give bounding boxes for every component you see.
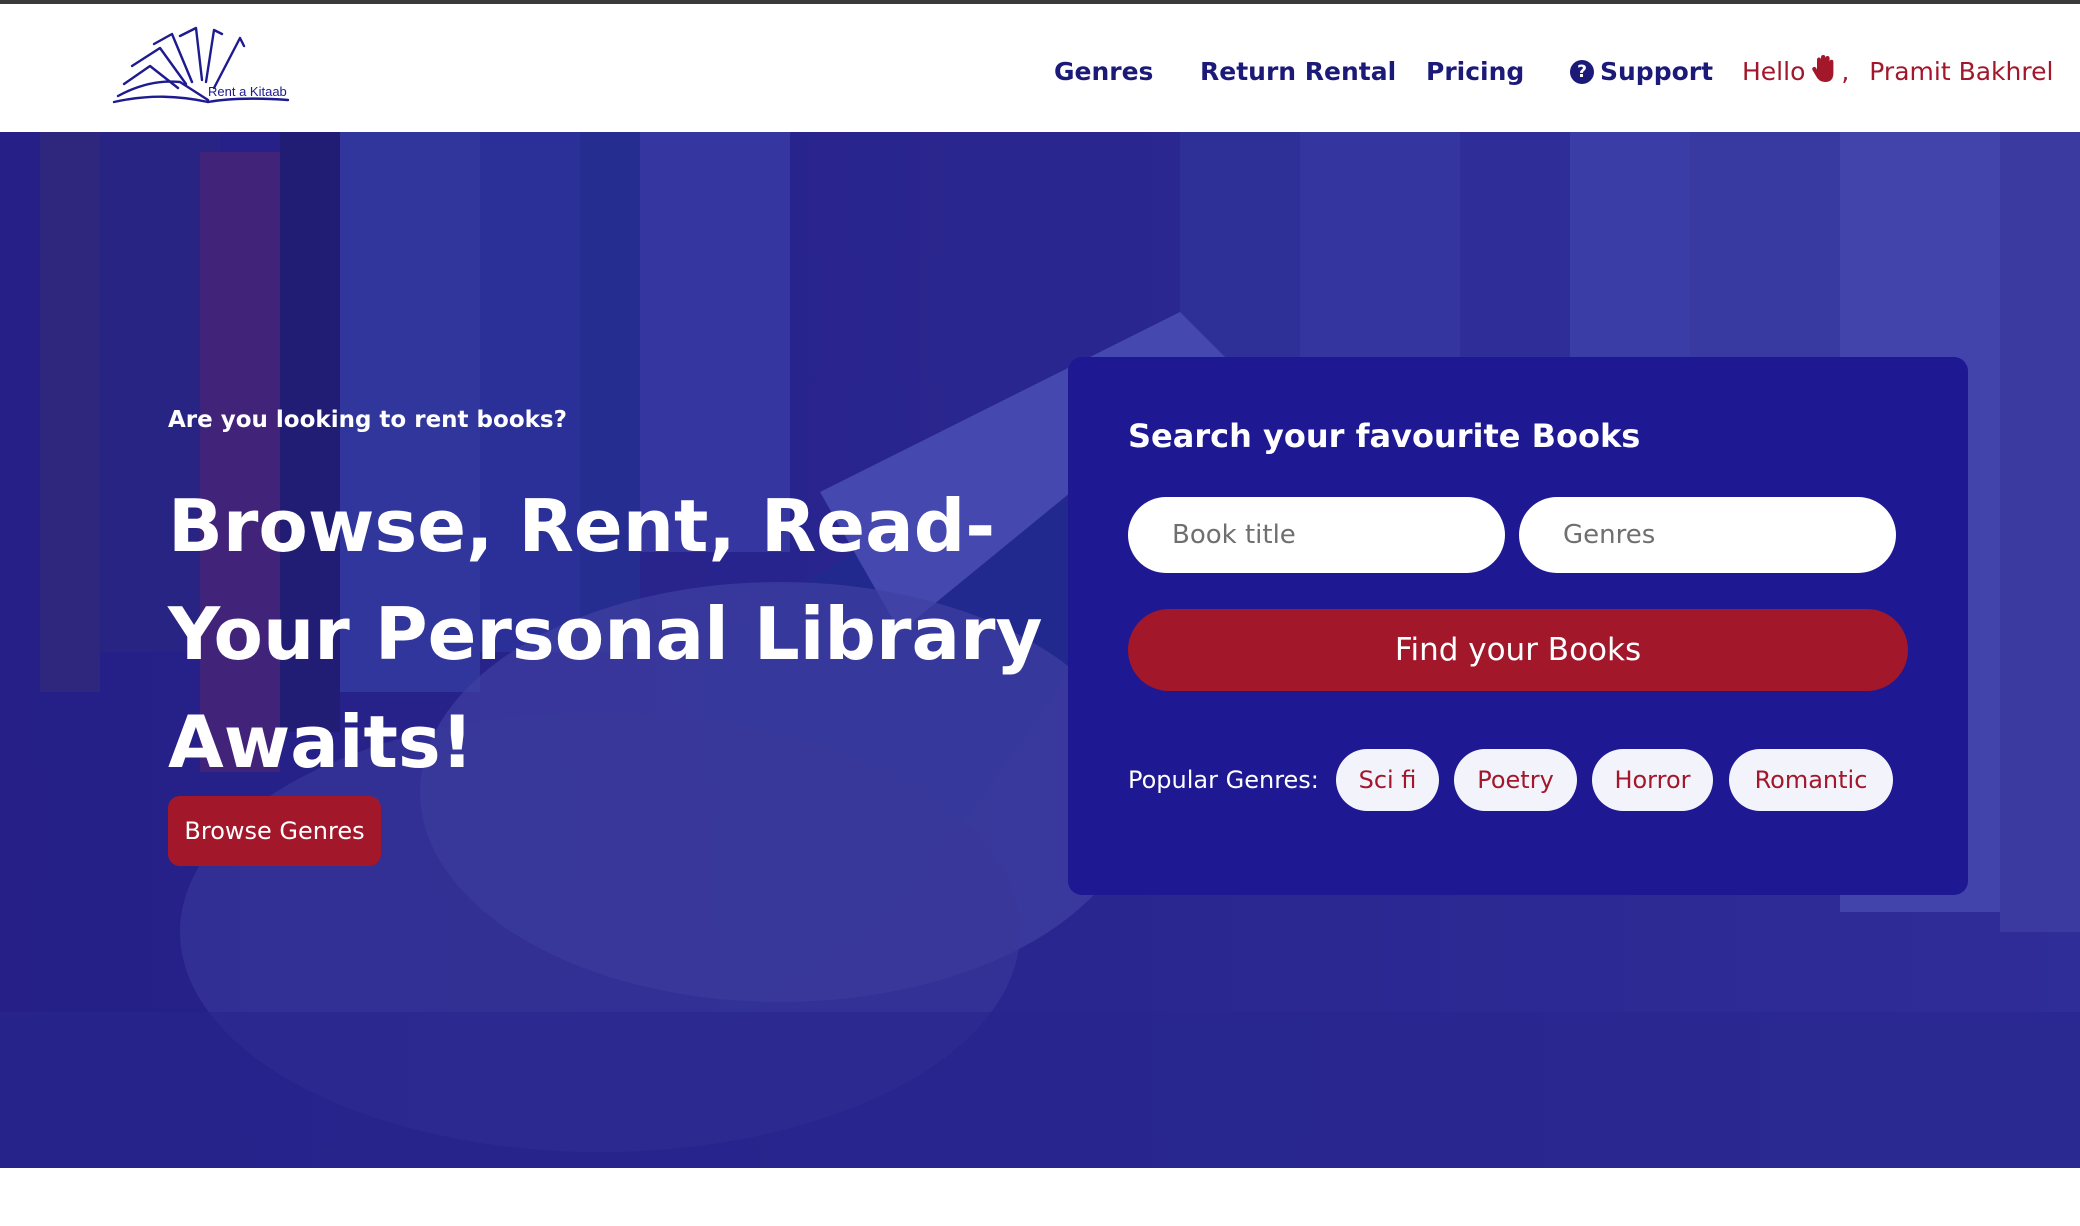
search-panel-title: Search your favourite Books [1128, 417, 1641, 455]
nav-genres[interactable]: Genres [1054, 52, 1153, 92]
user-greeting[interactable]: Hello , Pramit Bakhrel [1742, 52, 2053, 92]
browse-genres-button[interactable]: Browse Genres [168, 796, 381, 866]
headline-line-2: Your Personal Library [168, 592, 1043, 676]
hero-subtitle: Are you looking to rent books? [168, 407, 567, 433]
genre-chip-poetry[interactable]: Poetry [1454, 749, 1577, 811]
headline-line-1: Browse, Rent, Read- [168, 484, 996, 568]
book-title-input[interactable] [1128, 497, 1505, 573]
genre-chip-romantic[interactable]: Romantic [1729, 749, 1893, 811]
nav-return-rental[interactable]: Return Rental [1200, 52, 1396, 92]
greeting-hello: Hello [1742, 57, 1806, 86]
search-panel: Search your favourite Books Find your Bo… [1068, 357, 1968, 895]
headline-line-3: Awaits! [168, 700, 474, 784]
nav-support[interactable]: ? Support [1570, 52, 1713, 92]
genre-chip-sci-fi[interactable]: Sci fi [1336, 749, 1439, 811]
question-circle-icon: ? [1570, 60, 1594, 84]
hero-headline: Browse, Rent, Read- Your Personal Librar… [168, 472, 1068, 796]
popular-genres-label: Popular Genres: [1128, 766, 1319, 794]
below-hero-area [0, 1168, 2080, 1226]
nav-pricing[interactable]: Pricing [1426, 52, 1524, 92]
greeting-separator: , [1841, 57, 1850, 86]
genres-input[interactable] [1519, 497, 1896, 573]
genre-chip-horror[interactable]: Horror [1592, 749, 1713, 811]
user-name: Pramit Bakhrel [1869, 57, 2054, 86]
find-books-button[interactable]: Find your Books [1128, 609, 1908, 691]
waving-hand-icon [1811, 54, 1837, 84]
hero-section: Are you looking to rent books? Browse, R… [0, 132, 2080, 1168]
main-nav: Genres Return Rental Pricing ? Support He… [0, 52, 2080, 92]
nav-support-label: Support [1600, 57, 1714, 86]
site-header: Rent a Kitaab Genres Return Rental Prici… [0, 4, 2080, 132]
